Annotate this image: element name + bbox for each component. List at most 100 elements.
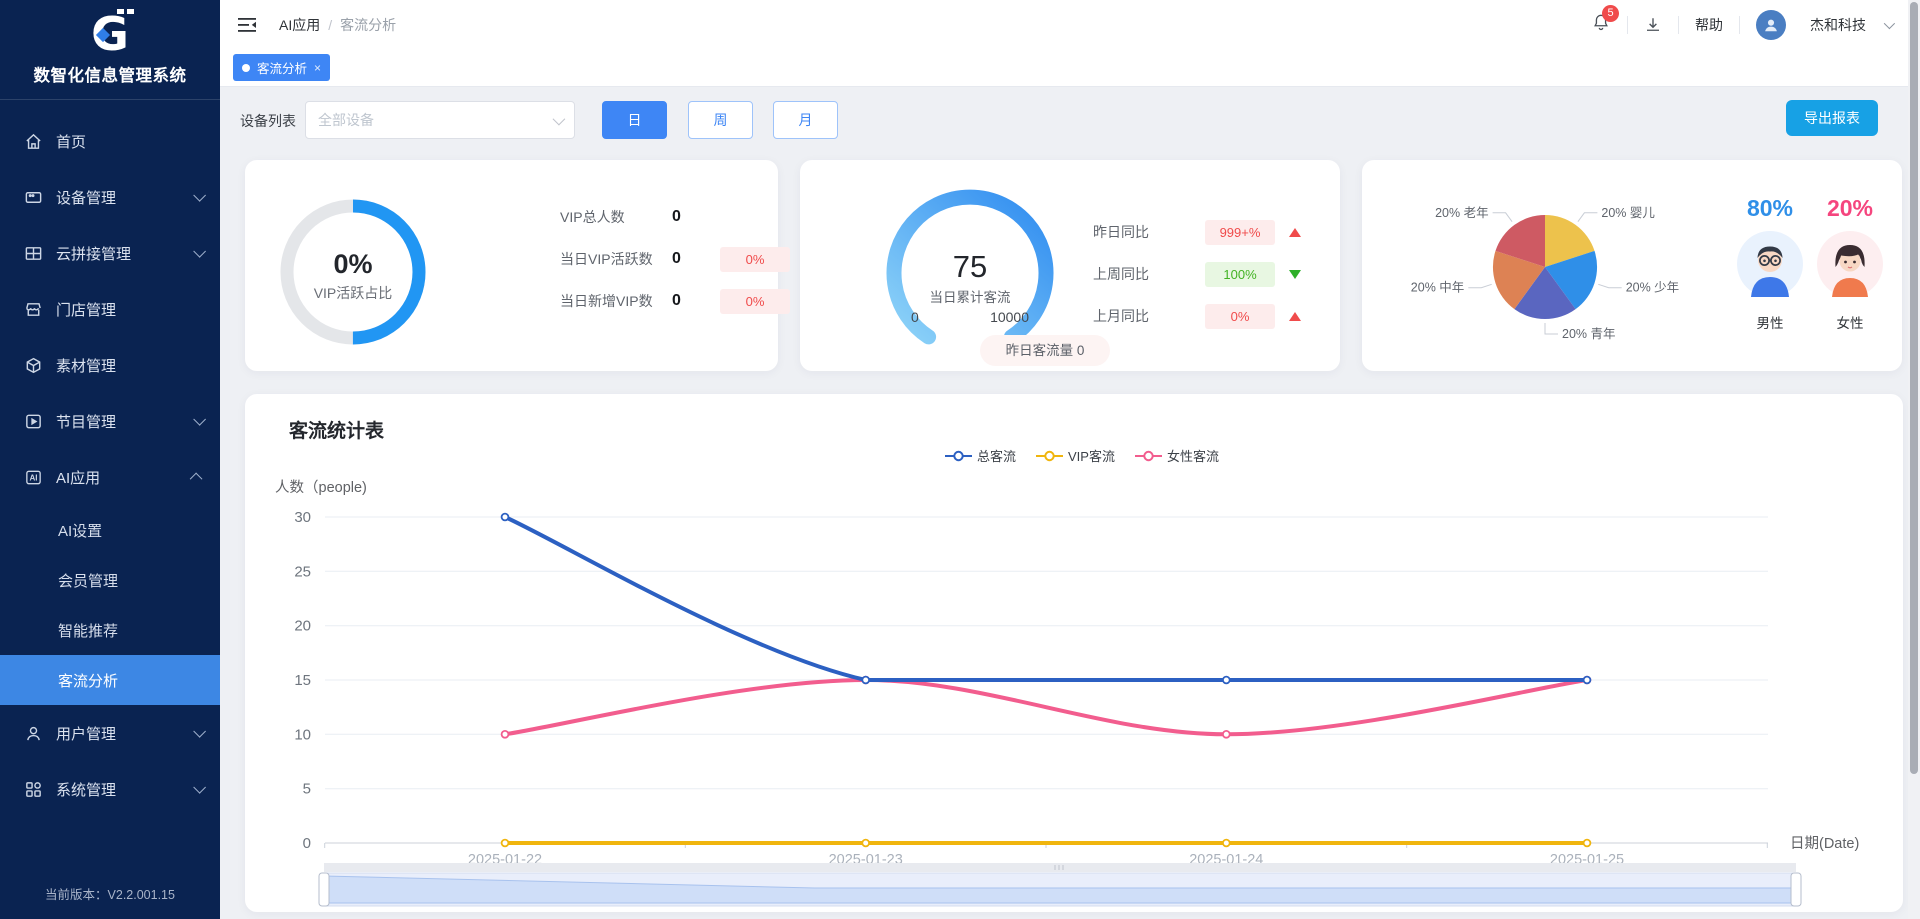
legend-line-marker [945, 450, 972, 462]
legend-line-marker [1135, 450, 1162, 462]
gauge-min: 0 [911, 309, 919, 325]
pie-label-line [1493, 213, 1513, 222]
data-point[interactable] [1223, 840, 1230, 847]
pie-label: 20% 青年 [1562, 327, 1616, 341]
app-title: 数智化信息管理系统 [0, 62, 220, 86]
male-label: 男性 [1730, 312, 1810, 332]
datazoom-handle-left[interactable] [319, 873, 329, 906]
chevron-down-icon[interactable] [1884, 17, 1895, 28]
avatar[interactable] [1756, 10, 1786, 40]
system-grid-icon [24, 780, 43, 799]
daily-flow-card: 75 当日累计客流 0 10000 昨日客流量 0 昨日同比 999+% 上周同… [800, 160, 1340, 371]
pie-label: 20% 婴儿 [1601, 206, 1655, 220]
y-axis-name: 人数（people) [275, 479, 367, 496]
sidebar-item-ai[interactable]: AI AI应用 [0, 449, 220, 505]
y-tick-label: 0 [303, 835, 311, 852]
period-week-button[interactable]: 周 [688, 101, 753, 139]
legend-item-total[interactable]: 总客流 [945, 446, 1016, 465]
sidebar-item-videowall[interactable]: 云拼接管理 [0, 225, 220, 281]
data-point[interactable] [862, 840, 869, 847]
data-point[interactable] [1223, 731, 1230, 738]
age-pie-chart: 20% 婴儿20% 少年20% 青年20% 中年20% 老年 [1362, 160, 1702, 371]
yesterday-flow-pill: 昨日客流量 0 [980, 335, 1110, 366]
tab-close-icon[interactable]: × [314, 61, 321, 75]
male-stat: 80% 男性 [1730, 160, 1810, 332]
sidebar-item-smart-recommend[interactable]: 智能推荐 [0, 605, 220, 655]
user-icon [24, 724, 43, 743]
data-point[interactable] [1223, 677, 1230, 684]
export-report-button[interactable]: 导出报表 [1786, 100, 1878, 136]
chart-legend: 总客流 VIP客流 女性客流 [945, 446, 1219, 465]
datazoom-handle-right[interactable] [1791, 873, 1801, 906]
series-line [505, 680, 1587, 734]
data-point[interactable] [1584, 677, 1591, 684]
data-point[interactable] [502, 514, 509, 521]
divider [1678, 16, 1679, 34]
legend-item-vip[interactable]: VIP客流 [1036, 446, 1115, 465]
sidebar-item-home[interactable]: 首页 [0, 113, 220, 169]
y-tick-label: 20 [294, 618, 311, 635]
page-scrollbar[interactable] [1908, 0, 1920, 919]
y-tick-label: 10 [294, 726, 311, 743]
traffic-line-chart[interactable]: 0510152025302025-01-222025-01-232025-01-… [245, 474, 1903, 912]
device-list-label: 设备列表 [240, 111, 296, 131]
data-point[interactable] [862, 677, 869, 684]
pie-label-line [1468, 284, 1491, 287]
ai-icon: AI [24, 468, 43, 487]
trend-up-icon [1289, 312, 1301, 321]
data-point[interactable] [502, 840, 509, 847]
period-month-button[interactable]: 月 [773, 101, 838, 139]
content: 设备列表 全部设备 日 周 月 导出报表 0% VIP活跃占比 VIP总人数 0 [220, 87, 1920, 919]
avatar-person-icon [1762, 16, 1780, 34]
chevron-down-icon [193, 781, 206, 794]
change-badge: 100% [1205, 262, 1275, 287]
store-icon [24, 300, 43, 319]
notifications-button[interactable]: 5 [1591, 12, 1611, 37]
flow-stat-rows: 昨日同比 999+% 上周同比 100% 上月同比 0% [1093, 219, 1301, 345]
stat-row: 当日新增VIP数 0 0% [560, 288, 816, 314]
sidebar-item-materials[interactable]: 素材管理 [0, 337, 220, 393]
sidebar-item-users[interactable]: 用户管理 [0, 705, 220, 761]
trend-up-icon [1289, 228, 1301, 237]
sidebar-item-stores[interactable]: 门店管理 [0, 281, 220, 337]
pie-label-line [1578, 213, 1598, 222]
y-tick-label: 5 [303, 781, 311, 798]
gauge-max: 10000 [990, 309, 1029, 325]
sidebar-item-ai-settings[interactable]: AI设置 [0, 505, 220, 555]
stat-row: 当日VIP活跃数 0 0% [560, 246, 816, 272]
stat-row: 昨日同比 999+% [1093, 219, 1301, 245]
male-percent: 80% [1730, 195, 1810, 222]
pie-label-line [1598, 284, 1621, 287]
y-tick-label: 30 [294, 509, 311, 526]
divider [1627, 16, 1628, 34]
topbar: AI应用 / 客流分析 5 帮助 杰和科技 [220, 0, 1920, 49]
traffic-chart-card: 客流统计表 总客流 VIP客流 女性客流 0510152025302025-01… [245, 394, 1903, 912]
stat-row: 上月同比 0% [1093, 303, 1301, 329]
company-name[interactable]: 杰和科技 [1810, 15, 1866, 35]
tab-traffic-analysis[interactable]: 客流分析 × [233, 54, 330, 81]
device-select[interactable]: 全部设备 [305, 101, 575, 139]
chevron-down-icon [193, 245, 206, 258]
change-badge: 0% [720, 247, 790, 272]
tab-strip: 客流分析 × [220, 49, 1920, 87]
scrollbar-thumb[interactable] [1910, 2, 1918, 774]
download-icon[interactable] [1644, 16, 1662, 34]
data-point[interactable] [1584, 840, 1591, 847]
pie-label: 20% 中年 [1411, 280, 1465, 295]
brand-logo-icon: G [84, 8, 136, 60]
datazoom-track[interactable] [324, 863, 1796, 872]
legend-item-female[interactable]: 女性客流 [1135, 446, 1219, 465]
collapse-menu-icon[interactable] [237, 16, 257, 34]
breadcrumb-parent[interactable]: AI应用 [279, 15, 320, 35]
sidebar-item-traffic-analysis[interactable]: 客流分析 [0, 655, 220, 705]
play-square-icon [24, 412, 43, 431]
data-point[interactable] [502, 731, 509, 738]
daily-flow-label: 当日累计客流 [875, 286, 1065, 306]
period-day-button[interactable]: 日 [602, 101, 667, 139]
sidebar-item-programs[interactable]: 节目管理 [0, 393, 220, 449]
sidebar-item-system[interactable]: 系统管理 [0, 761, 220, 817]
help-link[interactable]: 帮助 [1695, 15, 1723, 35]
stat-row: 上周同比 100% [1093, 261, 1301, 287]
sidebar-item-members[interactable]: 会员管理 [0, 555, 220, 605]
sidebar-item-devices[interactable]: 设备管理 [0, 169, 220, 225]
